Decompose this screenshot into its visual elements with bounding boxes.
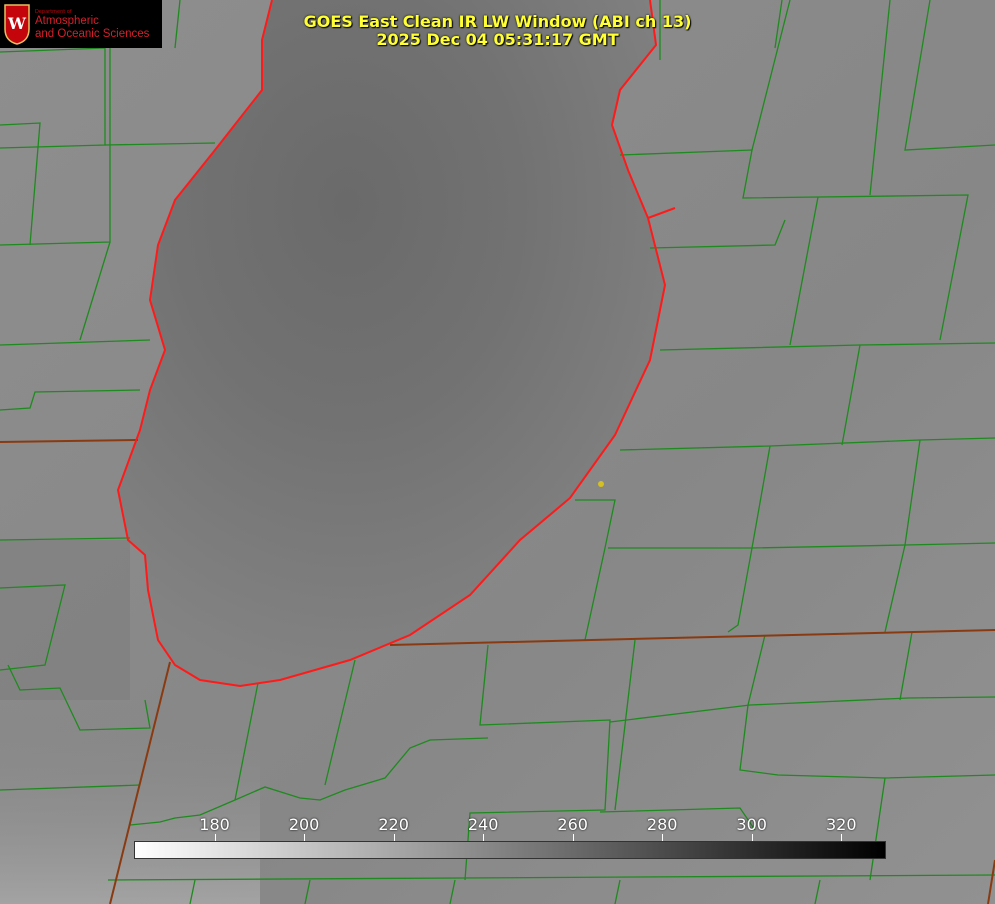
colorbar-tick-mark bbox=[304, 834, 306, 841]
colorbar-tick-label: 180 bbox=[199, 815, 230, 834]
colorbar-tick-mark bbox=[751, 834, 753, 841]
colorbar-tick-mark bbox=[662, 834, 664, 841]
uw-crest-icon: W bbox=[4, 4, 30, 45]
uw-aos-logo: W Department of Atmospheric and Oceanic … bbox=[0, 0, 162, 48]
crest-letter: W bbox=[7, 14, 27, 33]
image-title: GOES East Clean IR LW Window (ABI ch 13) bbox=[303, 12, 692, 31]
logo-name-line2: and Oceanic Sciences bbox=[35, 28, 150, 40]
temperature-colorbar bbox=[134, 841, 886, 859]
colorbar-tick-label: 260 bbox=[557, 815, 588, 834]
colorbar-tick-label: 300 bbox=[736, 815, 767, 834]
colorbar-tick-mark bbox=[214, 834, 216, 841]
location-marker bbox=[598, 481, 604, 487]
map-canvas bbox=[0, 0, 995, 904]
logo-name-line1: Atmospheric bbox=[35, 15, 99, 27]
colorbar-tick-label: 240 bbox=[467, 815, 499, 834]
colorbar-tick-label: 320 bbox=[825, 815, 857, 834]
satellite-map: W Department of Atmospheric and Oceanic … bbox=[0, 0, 995, 904]
colorbar-tick-mark bbox=[483, 834, 485, 841]
colorbar-tick-label: 280 bbox=[646, 815, 678, 834]
colorbar-tick-label: 200 bbox=[288, 815, 320, 834]
colorbar-tick-mark bbox=[841, 834, 843, 841]
image-timestamp: 2025 Dec 04 05:31:17 GMT bbox=[376, 30, 619, 49]
colorbar-tick-label: 220 bbox=[378, 815, 409, 834]
land-light-patch-sw bbox=[0, 700, 260, 904]
land-dark-patch-w bbox=[0, 540, 130, 700]
colorbar-tick-mark bbox=[393, 834, 395, 841]
colorbar-tick-mark bbox=[572, 834, 574, 841]
